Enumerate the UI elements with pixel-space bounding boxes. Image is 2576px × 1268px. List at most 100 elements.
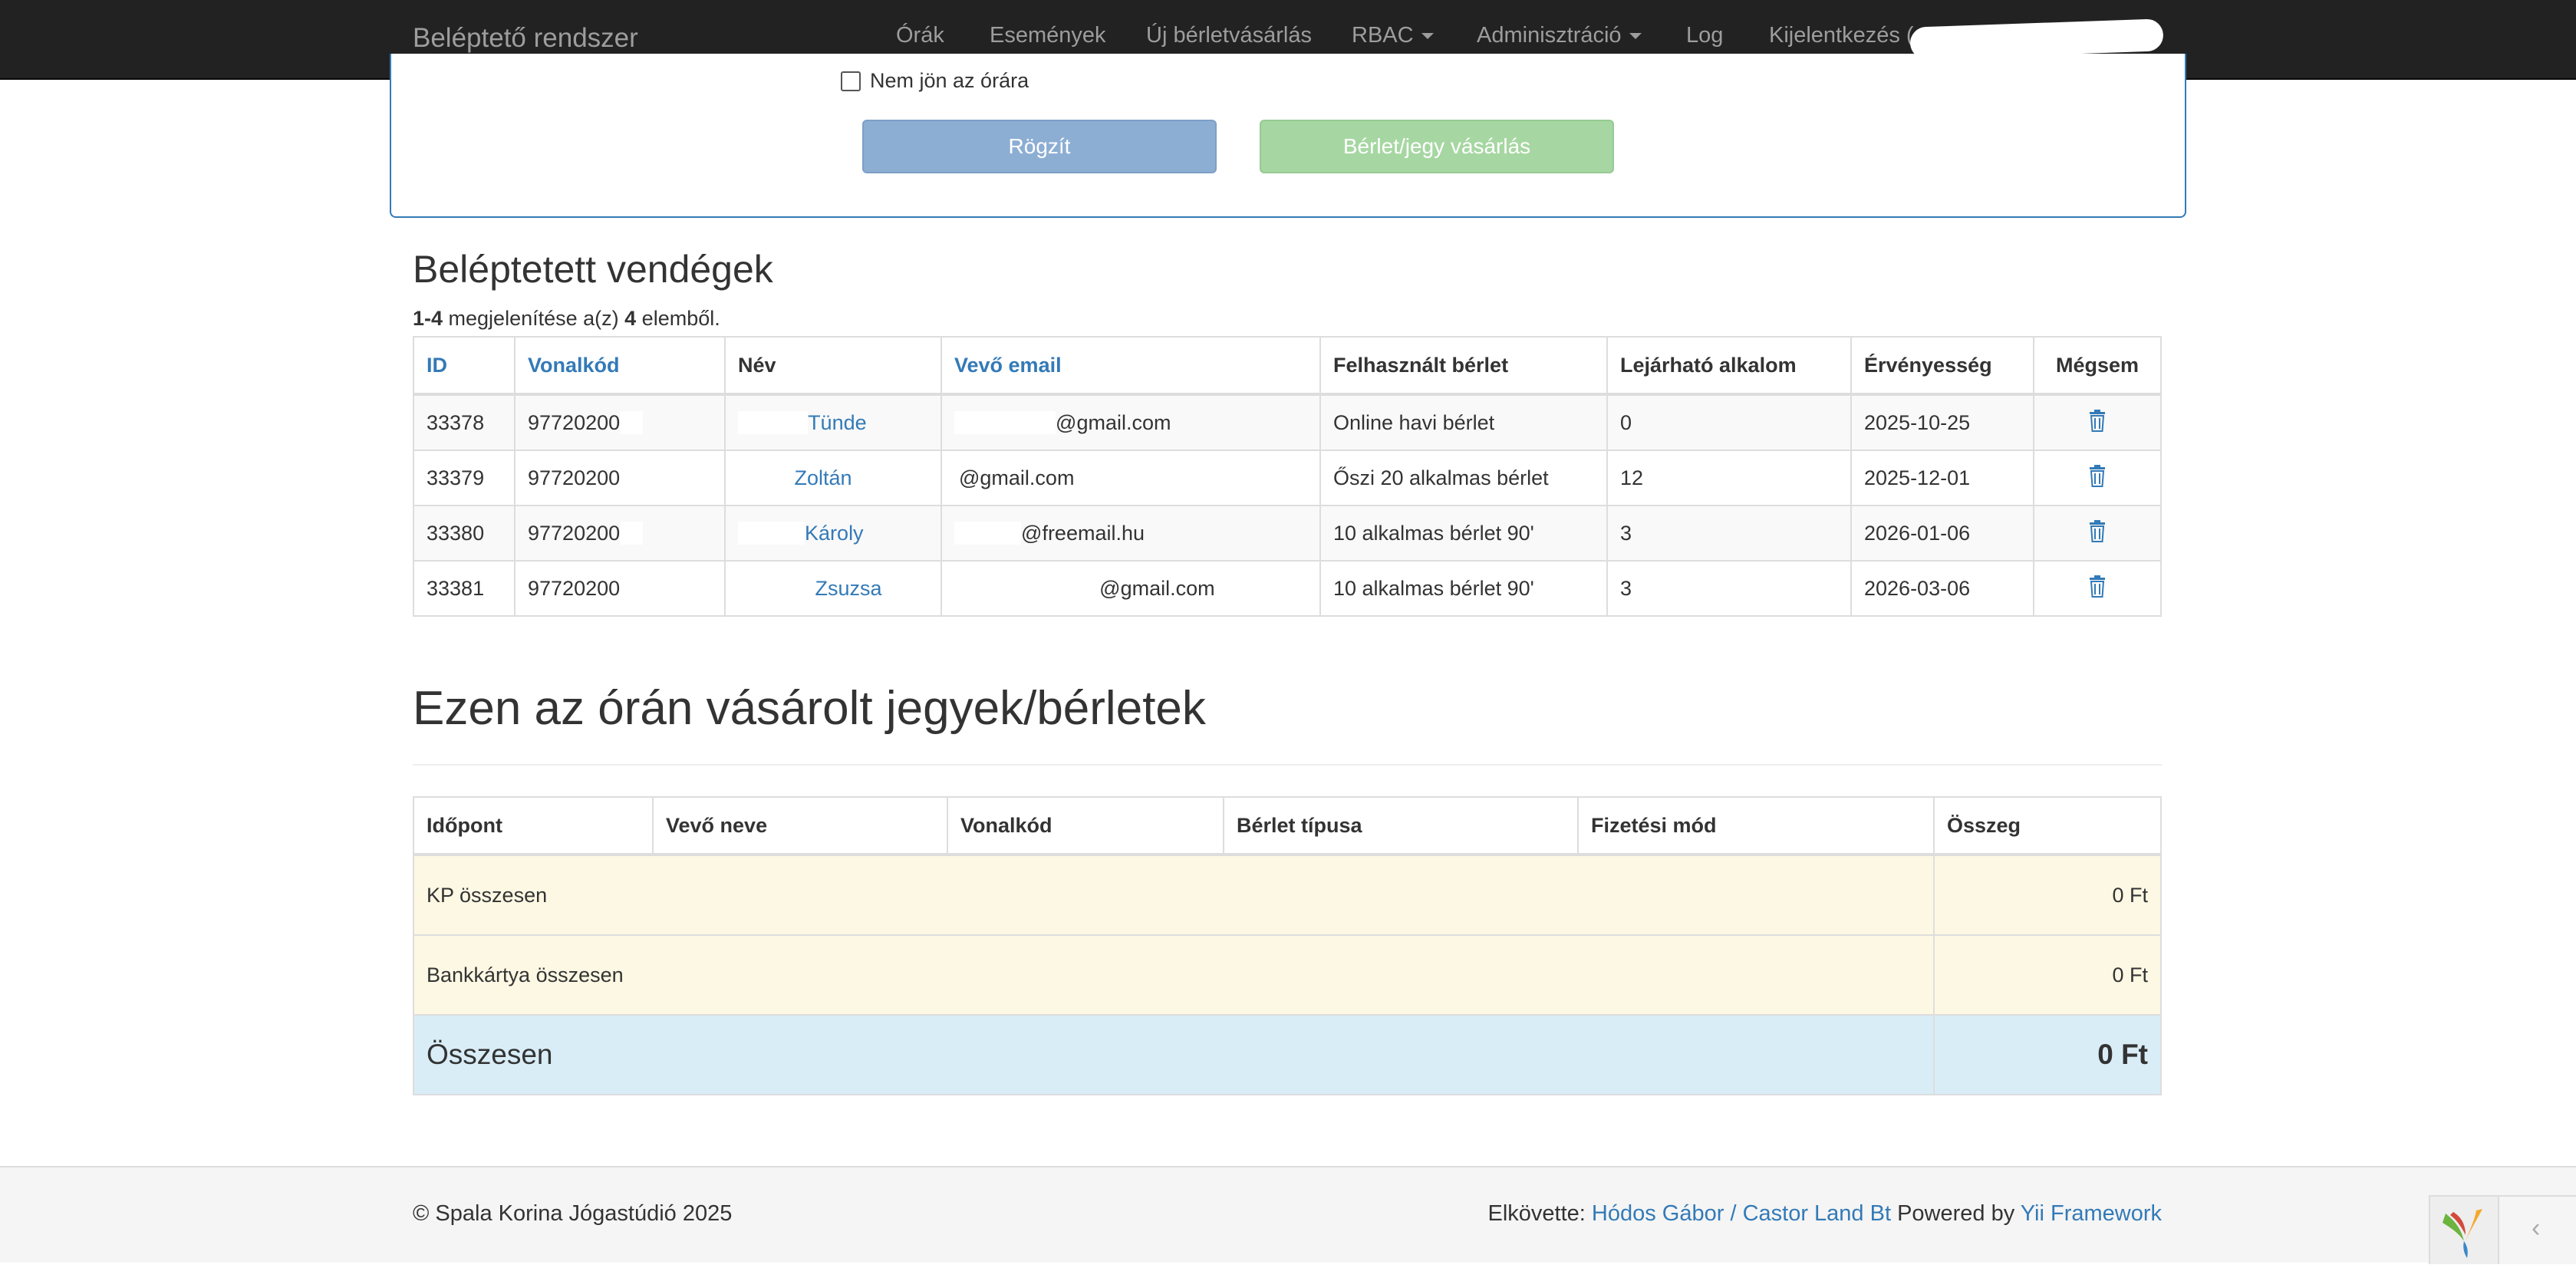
brand-link[interactable]: Beléptető rendszer — [413, 23, 638, 54]
cell-barcode: 97720200.... — [514, 450, 726, 506]
purchases-heading: Ezen az órán vásárolt jegyek/bérletek — [413, 682, 1206, 735]
caret-down-icon — [1421, 33, 1434, 40]
cell-remaining: 3 — [1606, 560, 1852, 617]
buy-pass-button[interactable]: Bérlet/jegy vásárlás — [1260, 120, 1614, 173]
submit-button[interactable]: Rögzít — [862, 120, 1217, 173]
email-text: @gmail.com — [959, 466, 1075, 489]
col-header-barcode[interactable]: Vonalkód — [514, 336, 726, 396]
cell-remaining: 3 — [1606, 505, 1852, 562]
trash-icon[interactable] — [2089, 409, 2106, 432]
nav-item-rbac-label: RBAC — [1352, 23, 1414, 48]
email-text: @freemail.hu — [1021, 521, 1145, 545]
cell-name[interactable]: Czinde Tünde — [724, 394, 942, 451]
guest-name-link[interactable]: Zsuzsa — [815, 577, 882, 600]
summary-total: 4 — [624, 307, 637, 330]
purchases-table: Időpont Vevő neve Vonalkód Bérlet típusa… — [413, 796, 2162, 1095]
copyright-text: © Spala Korina Jógastúdió 2025 — [413, 1201, 733, 1226]
sort-link-barcode[interactable]: Vonalkód — [528, 354, 620, 377]
grand-total-row: Összesen 0 Ft — [413, 1014, 2162, 1095]
col-header-barcode: Vonalkód — [947, 796, 1224, 856]
nav-item-logout[interactable]: Kijelentkezés ( — [1769, 23, 1914, 48]
not-attending-checkbox[interactable] — [841, 71, 861, 91]
redacted-area: zsuzsaaaaaaaa — [954, 576, 1100, 600]
redacted-area: czinderster — [954, 410, 1056, 434]
footer: © Spala Korina Jógastúdió 2025 Elkövette… — [0, 1166, 2576, 1264]
barcode-text: 97720200 — [528, 521, 621, 545]
cell-pass: Őszi 20 alkalmas bérlet — [1319, 450, 1608, 506]
col-header-pass-type: Bérlet típusa — [1223, 796, 1579, 856]
card-total-row: Bankkártya összesen 0 Ft — [413, 934, 2162, 1016]
trash-icon[interactable] — [2089, 519, 2106, 542]
cell-email: czinderster@gmail.com — [940, 394, 1321, 451]
email-text: @gmail.com — [1056, 410, 1171, 434]
sort-link-id[interactable]: ID — [427, 354, 447, 377]
redacted-area: .... — [620, 466, 644, 489]
cell-email: i@gmail.com — [940, 450, 1321, 506]
author-link[interactable]: Hódos Gábor / Castor Land Bt — [1592, 1201, 1891, 1226]
cell-id: 33379 — [413, 450, 516, 506]
grid-summary: 1-4 megjelenítése a(z) 4 elemből. — [413, 307, 720, 331]
cell-cancel — [2033, 560, 2162, 617]
cell-cancel — [2033, 505, 2162, 562]
guest-name-link[interactable]: Zoltán — [795, 466, 852, 489]
redacted-area: Tamás — [738, 521, 805, 545]
col-header-name: Név — [724, 336, 942, 396]
cell-pass: Online havi bérlet — [1319, 394, 1608, 451]
nav-item-orak[interactable]: Órák — [896, 23, 944, 48]
card-total-label: Bankkártya összesen — [413, 934, 1935, 1016]
guests-table: ID Vonalkód Név Vevő email Felhasznált b… — [413, 336, 2162, 617]
cell-barcode: 97720200.... — [514, 560, 726, 617]
col-header-valid: Érvényesség — [1850, 336, 2034, 396]
cell-email: zsuzsaaaaaaaa@gmail.com — [940, 560, 1321, 617]
cell-name[interactable]: Szilágyi Zsuzsa — [724, 560, 942, 617]
col-header-cancel: Mégsem — [2033, 336, 2162, 396]
cell-remaining: 0 — [1606, 394, 1852, 451]
cash-total-value: 0 Ft — [1933, 854, 2162, 936]
trash-icon[interactable] — [2089, 575, 2106, 598]
not-attending-label: Nem jön az órára — [870, 69, 1029, 92]
cell-id: 33381 — [413, 560, 516, 617]
nav-item-uj-berletvasarlas[interactable]: Új bérletvásárlás — [1146, 23, 1312, 48]
table-header-row: ID Vonalkód Név Vevő email Felhasznált b… — [413, 336, 2162, 396]
col-header-remaining: Lejárható alkalom — [1606, 336, 1852, 396]
email-text: @gmail.com — [1099, 576, 1215, 600]
powered-by-text: Powered by — [1891, 1201, 2021, 1226]
cell-pass: 10 alkalmas bérlet 90' — [1319, 505, 1608, 562]
cell-valid: 2025-10-25 — [1850, 394, 2034, 451]
guest-name-link[interactable]: Károly — [805, 522, 864, 545]
sort-link-email[interactable]: Vevő email — [954, 354, 1062, 377]
barcode-text: 97720200 — [528, 410, 621, 434]
redacted-area: .... — [620, 576, 644, 600]
cell-cancel — [2033, 394, 2162, 451]
caret-down-icon — [1629, 33, 1642, 40]
cash-total-label: KP összesen — [413, 854, 1935, 936]
redacted-area: kaltreyt — [954, 521, 1022, 545]
redacted-area: .... — [620, 521, 644, 545]
table-row: 33379 97720200.... Pocsi Zoltán i@gmail.… — [413, 450, 2162, 506]
table-row: 33378 97720200.... Czinde Tünde czinders… — [413, 394, 2162, 451]
redacted-area: Szilágyi — [738, 576, 815, 600]
trash-icon[interactable] — [2089, 464, 2106, 487]
debug-toolbar-toggle[interactable]: ‹ — [2498, 1195, 2576, 1264]
grand-total-label: Összesen — [413, 1014, 1935, 1095]
col-header-email[interactable]: Vevő email — [940, 336, 1321, 396]
col-header-amount: Összeg — [1933, 796, 2162, 856]
grand-total-value: 0 Ft — [1933, 1014, 2162, 1095]
yii-framework-link[interactable]: Yii Framework — [2021, 1201, 2162, 1226]
nav-item-rbac-dropdown[interactable]: RBAC — [1352, 23, 1434, 48]
nav-item-log[interactable]: Log — [1686, 23, 1723, 48]
yii-debug-logo-icon[interactable] — [2429, 1195, 2501, 1264]
footer-credits: Elkövette: Hódos Gábor / Castor Land Bt … — [1488, 1201, 2162, 1227]
nav-item-adminisztracio-dropdown[interactable]: Adminisztráció — [1477, 23, 1642, 48]
divider — [413, 764, 2162, 766]
redacted-area: .... — [620, 410, 644, 434]
nav-item-adminisztracio-label: Adminisztráció — [1477, 23, 1622, 48]
nav-item-esemenyek[interactable]: Események — [990, 23, 1106, 48]
cell-name[interactable]: Tamás Károly — [724, 505, 942, 562]
cell-name[interactable]: Pocsi Zoltán — [724, 450, 942, 506]
cell-remaining: 12 — [1606, 450, 1852, 506]
guest-name-link[interactable]: Tünde — [808, 411, 867, 434]
summary-range: 1-4 — [413, 307, 443, 330]
cell-valid: 2026-03-06 — [1850, 560, 2034, 617]
col-header-id[interactable]: ID — [413, 336, 516, 396]
